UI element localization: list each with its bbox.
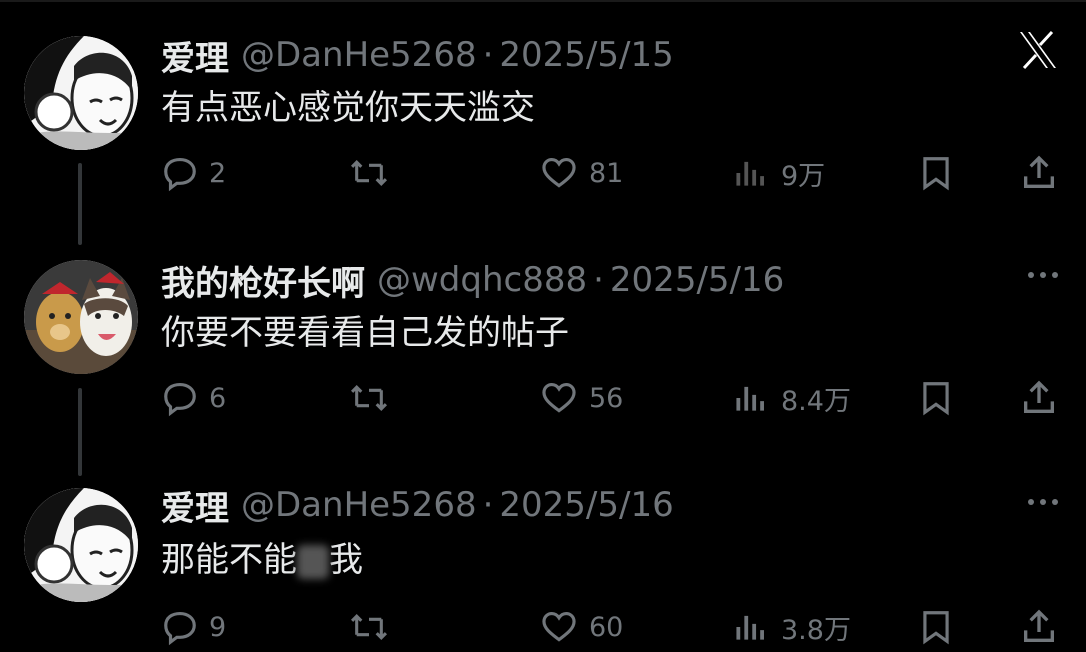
like-button[interactable]: 81: [539, 148, 623, 198]
reply-button[interactable]: 9: [161, 602, 226, 652]
tweet-text: 你要不要看看自己发的帖子: [161, 313, 569, 353]
views-icon: [736, 161, 764, 186]
view-count: 8.4万: [781, 385, 851, 417]
repost-button[interactable]: [349, 373, 389, 423]
bookmark-icon: [923, 611, 949, 645]
reply-button[interactable]: 2: [161, 148, 226, 198]
repost-button[interactable]: [349, 602, 389, 652]
views-icon: [736, 615, 764, 640]
bookmark-button[interactable]: [917, 148, 955, 198]
share-button[interactable]: [1019, 148, 1059, 198]
heart-icon: [542, 382, 576, 413]
more-icon[interactable]: [1026, 492, 1060, 516]
reply-count: 2: [209, 157, 227, 189]
tweet-text: 有点恶心感觉你天天滥交: [161, 88, 535, 128]
avatar[interactable]: [24, 36, 138, 150]
like-count: 56: [589, 382, 624, 414]
share-button[interactable]: [1019, 373, 1059, 423]
reply-button[interactable]: 6: [161, 373, 226, 423]
reply-icon: [164, 157, 196, 192]
reply-icon: [164, 611, 196, 646]
like-count: 81: [589, 157, 624, 189]
thread-connector: [78, 388, 82, 476]
user-handle[interactable]: @wdqhc888: [377, 260, 587, 300]
repost-icon: [350, 160, 388, 186]
post-date[interactable]: 2025/5/16: [610, 260, 784, 300]
share-icon: [1024, 380, 1054, 413]
like-button[interactable]: 60: [539, 602, 623, 652]
share-icon: [1024, 155, 1054, 188]
user-handle[interactable]: @DanHe5268: [241, 485, 477, 525]
heart-icon: [542, 611, 576, 642]
tweet-text: 那能不能我: [161, 532, 363, 581]
views-button[interactable]: 3.8万: [731, 602, 851, 652]
tweet-text-end: 我: [329, 540, 363, 580]
reply-icon: [164, 382, 196, 417]
bookmark-button[interactable]: [917, 602, 955, 652]
repost-icon: [350, 385, 388, 411]
avatar[interactable]: [24, 488, 138, 602]
separator-dot: ·: [482, 35, 494, 75]
tweet-text-start: 那能不能: [161, 540, 297, 580]
view-count: 9万: [781, 160, 826, 192]
display-name[interactable]: 爱理: [161, 31, 229, 80]
share-icon: [1024, 609, 1054, 642]
views-icon: [736, 386, 764, 411]
post-date[interactable]: 2025/5/15: [499, 35, 673, 75]
repost-icon: [350, 614, 388, 640]
bookmark-icon: [923, 157, 949, 191]
share-button[interactable]: [1019, 602, 1059, 652]
x-logo-icon[interactable]: [1016, 28, 1060, 76]
top-divider: [0, 0, 1086, 2]
bookmark-icon: [923, 382, 949, 416]
views-button[interactable]: 9万: [731, 148, 825, 198]
heart-icon: [542, 157, 576, 188]
reply-count: 6: [209, 382, 227, 414]
blurred-censor: [297, 544, 329, 579]
avatar[interactable]: [24, 260, 138, 374]
user-handle[interactable]: @DanHe5268: [241, 35, 477, 75]
post-date[interactable]: 2025/5/16: [499, 485, 673, 525]
bookmark-button[interactable]: [917, 373, 955, 423]
more-icon[interactable]: [1026, 265, 1060, 289]
repost-button[interactable]: [349, 148, 389, 198]
thread-connector: [78, 163, 82, 245]
display-name[interactable]: 我的枪好长啊: [161, 256, 365, 305]
like-button[interactable]: 56: [539, 373, 623, 423]
display-name[interactable]: 爱理: [161, 481, 229, 530]
separator-dot: ·: [482, 485, 494, 525]
view-count: 3.8万: [781, 614, 851, 646]
views-button[interactable]: 8.4万: [731, 373, 851, 423]
separator-dot: ·: [593, 260, 604, 300]
